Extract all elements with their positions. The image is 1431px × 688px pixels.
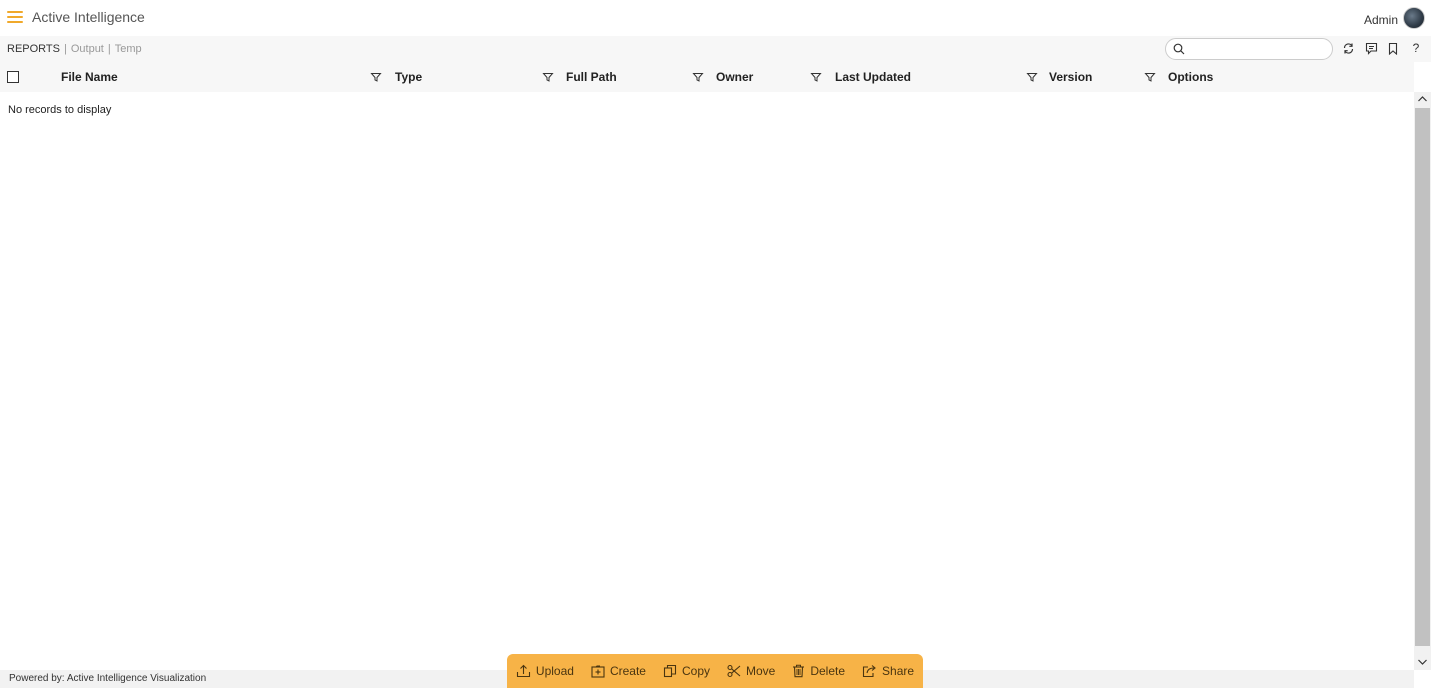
filter-icon[interactable] bbox=[1144, 71, 1156, 83]
comment-icon[interactable] bbox=[1363, 40, 1379, 56]
filter-icon[interactable] bbox=[810, 71, 822, 83]
search-icon bbox=[1173, 43, 1185, 55]
scissors-icon bbox=[727, 664, 741, 678]
delete-label: Delete bbox=[810, 664, 846, 678]
copy-button[interactable]: Copy bbox=[663, 664, 710, 678]
hamburger-menu-icon[interactable] bbox=[7, 11, 23, 23]
avatar[interactable] bbox=[1403, 7, 1425, 29]
filter-icon[interactable] bbox=[370, 71, 382, 83]
create-button[interactable]: Create bbox=[591, 664, 646, 678]
empty-message: No records to display bbox=[8, 104, 112, 116]
move-label: Move bbox=[746, 664, 776, 678]
filter-icon[interactable] bbox=[692, 71, 704, 83]
column-header-owner[interactable]: Owner bbox=[716, 70, 753, 84]
share-label: Share bbox=[882, 664, 915, 678]
share-icon bbox=[862, 665, 876, 678]
column-header-file-name[interactable]: File Name bbox=[61, 70, 118, 84]
trash-icon bbox=[793, 664, 805, 678]
refresh-icon[interactable] bbox=[1340, 40, 1356, 56]
select-all-checkbox[interactable] bbox=[7, 71, 19, 83]
top-bar bbox=[0, 0, 1431, 36]
scrollbar-thumb[interactable] bbox=[1415, 108, 1430, 646]
column-header-version[interactable]: Version bbox=[1049, 70, 1092, 84]
action-bar: Upload Create Copy Move Delete Share bbox=[507, 654, 923, 688]
create-label: Create bbox=[609, 664, 646, 678]
chevron-down-icon[interactable] bbox=[1417, 657, 1428, 667]
filter-icon[interactable] bbox=[1026, 71, 1038, 83]
user-name[interactable]: Admin bbox=[1364, 13, 1398, 27]
upload-button[interactable]: Upload bbox=[516, 664, 574, 678]
column-header-options: Options bbox=[1168, 70, 1214, 84]
breadcrumb: REPORTS | Output | Temp bbox=[7, 43, 142, 55]
breadcrumb-separator: | bbox=[63, 43, 67, 55]
upload-icon bbox=[516, 664, 530, 678]
move-button[interactable]: Move bbox=[727, 664, 775, 678]
breadcrumb-temp[interactable]: Temp bbox=[115, 43, 142, 55]
delete-button[interactable]: Delete bbox=[792, 664, 845, 678]
powered-by-text: Powered by: Active Intelligence Visualiz… bbox=[9, 673, 207, 684]
app-title: Active Intelligence bbox=[32, 9, 145, 25]
search-input[interactable] bbox=[1192, 42, 1327, 56]
chevron-up-icon[interactable] bbox=[1417, 94, 1428, 104]
create-icon bbox=[591, 665, 605, 678]
breadcrumb-reports[interactable]: REPORTS bbox=[7, 43, 60, 55]
upload-label: Upload bbox=[535, 664, 574, 678]
breadcrumb-separator: | bbox=[107, 43, 111, 55]
help-icon[interactable]: ? bbox=[1408, 40, 1424, 56]
breadcrumb-output[interactable]: Output bbox=[71, 43, 104, 55]
filter-icon[interactable] bbox=[542, 71, 554, 83]
search-box[interactable] bbox=[1165, 38, 1333, 60]
bookmark-icon[interactable] bbox=[1385, 40, 1401, 56]
copy-icon bbox=[663, 664, 677, 678]
share-button[interactable]: Share bbox=[862, 664, 914, 678]
column-header-last-updated[interactable]: Last Updated bbox=[835, 70, 911, 84]
column-header-full-path[interactable]: Full Path bbox=[566, 70, 617, 84]
copy-label: Copy bbox=[681, 664, 710, 678]
column-header-type[interactable]: Type bbox=[395, 70, 422, 84]
